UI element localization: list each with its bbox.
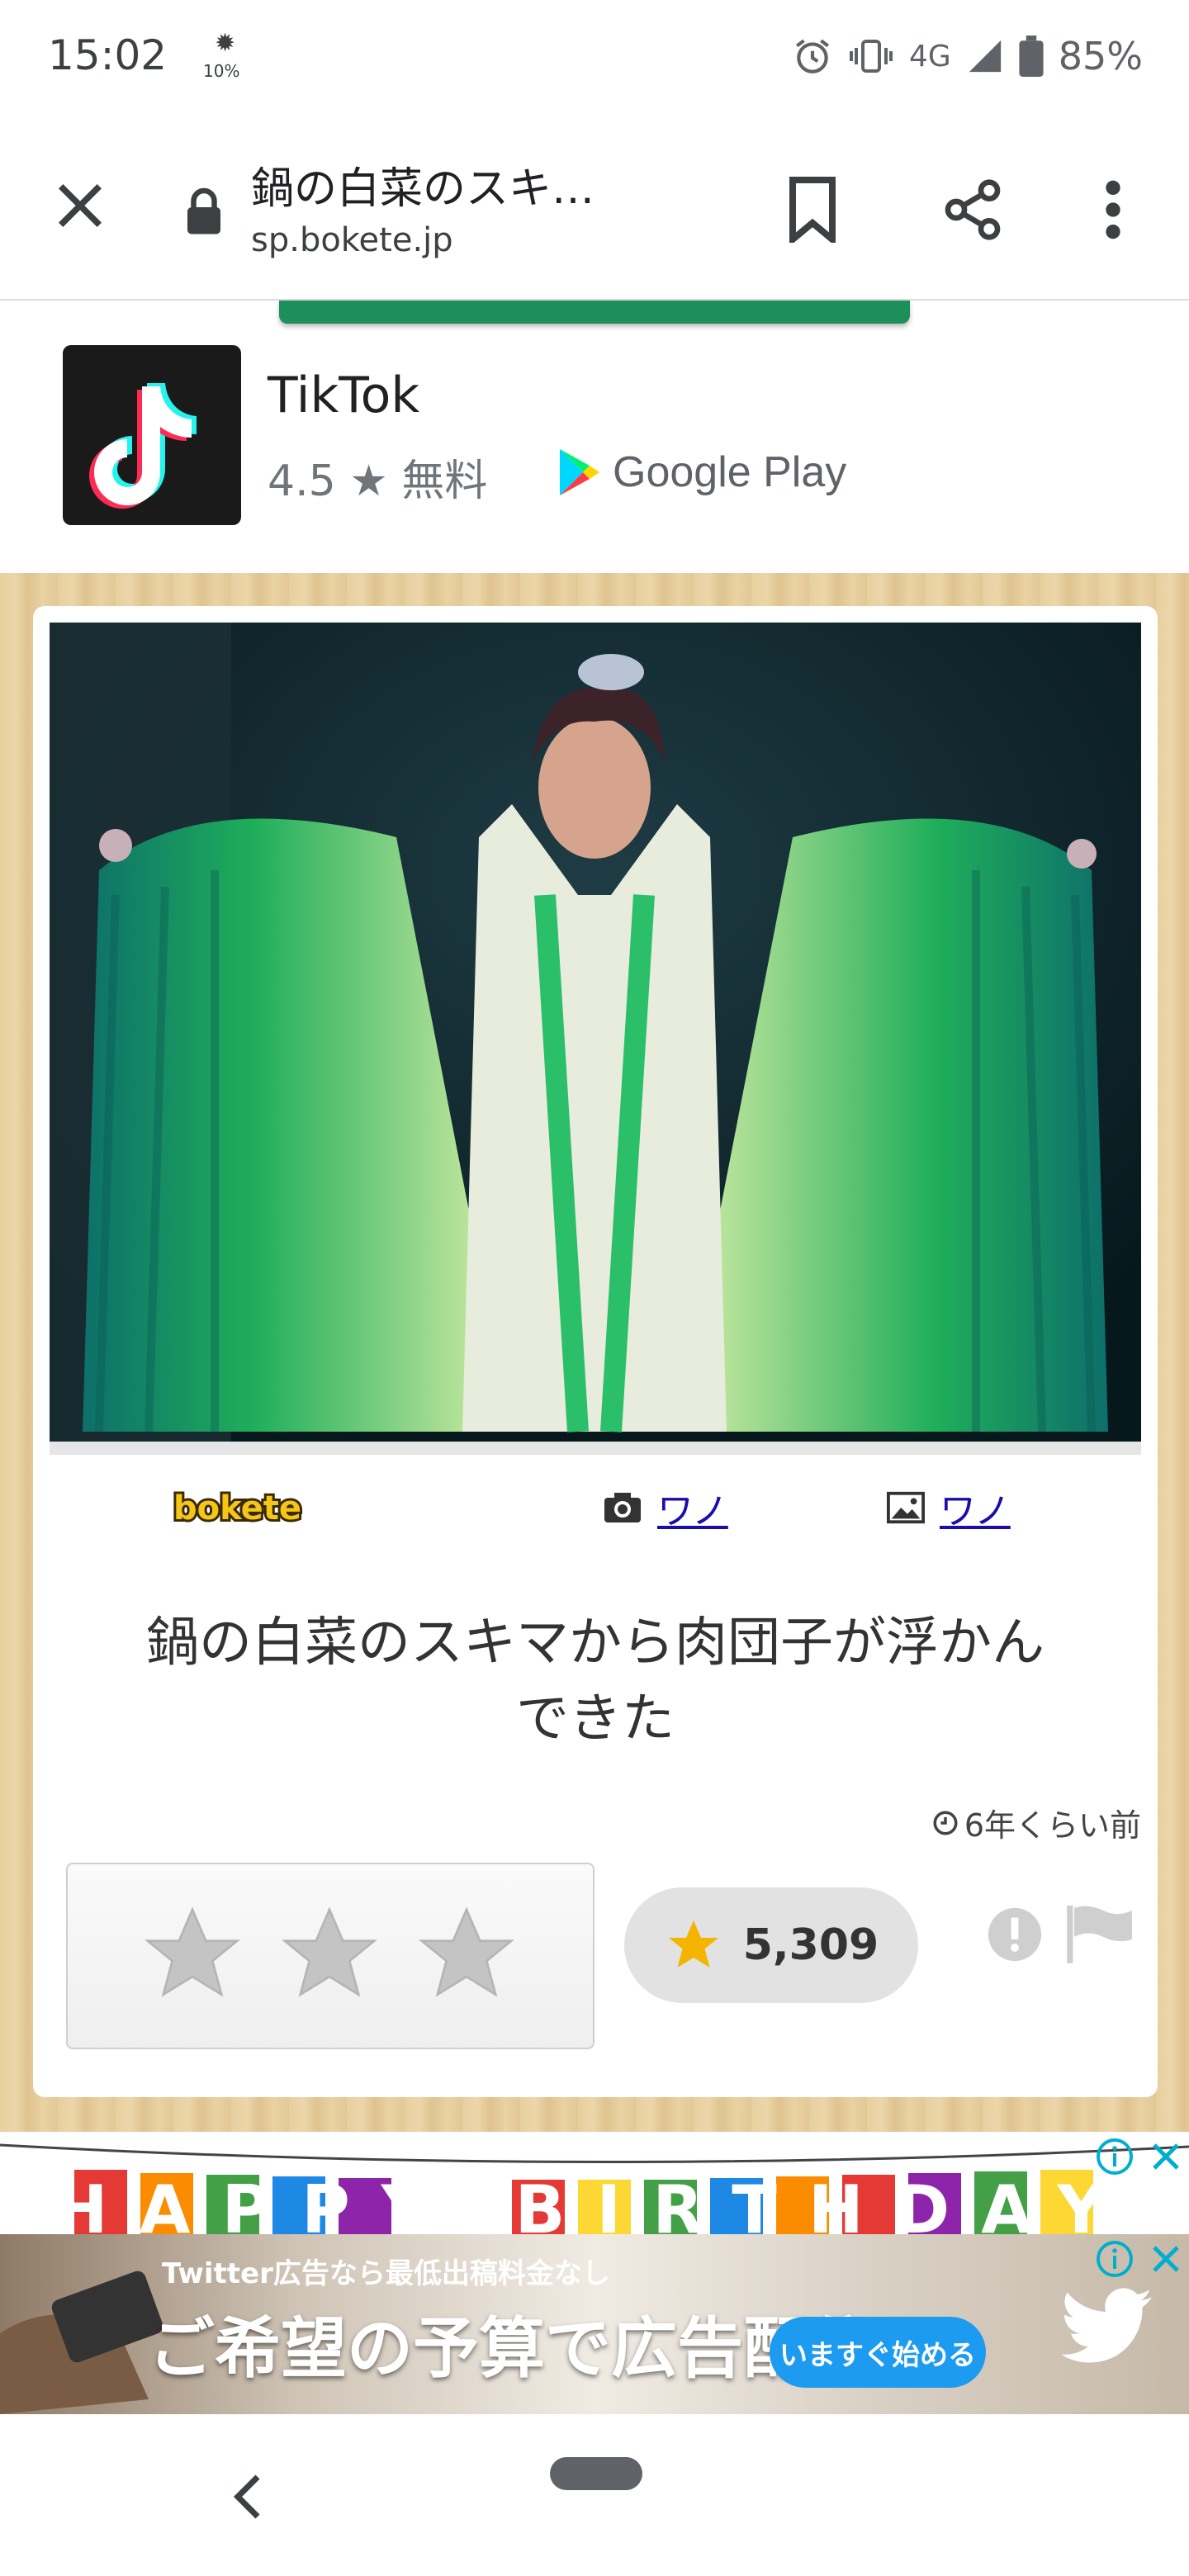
ad2-headline: ご希望の予算で広告配信 [149,2310,875,2387]
bookmark-icon[interactable] [786,177,839,243]
back-icon[interactable] [231,2472,264,2522]
rating-stars [66,1863,594,2049]
bokete-logo[interactable]: bokete [171,1487,320,1531]
page-url[interactable]: sp.bokete.jp [251,221,453,259]
uploader-link[interactable]: ワノ [940,1481,1011,1534]
photographer-link[interactable]: ワノ [657,1481,728,1534]
page-title[interactable]: 鍋の白菜のスキ… [251,154,594,215]
flag-icon[interactable] [1063,1906,1138,1963]
favorite-count-button[interactable]: 5,309 [624,1887,918,2003]
home-handle[interactable] [550,2457,642,2490]
post-photo[interactable] [50,623,1141,1442]
battery-icon [1019,36,1044,77]
app-meta: 4.5 ★ 無料 [268,446,487,508]
network-type: 4G [908,39,951,73]
more-options-icon[interactable] [1097,177,1130,243]
rate-star-2-icon[interactable] [276,1901,383,2008]
bokete-logo-text: bokete [173,1489,301,1527]
ad2-info-icon[interactable] [1095,2239,1135,2279]
twitter-bird-icon [1061,2288,1152,2363]
ad2-subtitle: Twitter広告なら最低出稿料金なし [162,2257,610,2290]
caption-line-1: 鍋の白菜のスキマから肉団子が浮かん [146,1612,1045,1674]
ad-info-icon[interactable] [1095,2137,1135,2176]
battery-percent: 85% [1058,34,1143,78]
app-name: TikTok [268,367,420,424]
google-play-icon [560,449,599,495]
clock-icon [933,1810,958,1835]
system-nav-bar [0,2414,1189,2576]
status-icons: 4G 85% [792,31,1143,81]
browser-toolbar: 鍋の白菜のスキ… sp.bokete.jp [0,119,1189,301]
boke-caption: 鍋の白菜のスキマから肉団子が浮かん できた [74,1605,1116,1757]
rating-star-icon: ★ [349,457,402,506]
caption-line-2: できた [516,1688,675,1750]
favorite-count: 5,309 [742,1920,879,1970]
ad-banner-twitter[interactable]: Twitter広告なら最低出稿料金なし ご希望の予算で広告配信 いますぐ始める [0,2234,1189,2414]
google-play-badge[interactable]: Google Play [558,446,846,499]
content-background: bokete ワノ ワノ 鍋の白菜のスキマから肉団子が浮かん できた 6年くらい… [0,573,1189,2132]
ad1-text: HAPPY BIRTHDAY [53,2171,1137,2234]
image-icon [887,1491,925,1524]
ad-close-icon[interactable] [1146,2137,1186,2176]
uploader-credit: ワノ [887,1481,1011,1534]
rate-star-3-icon[interactable] [413,1901,520,2008]
app-price: 無料 [401,457,488,506]
signal-icon [969,40,1001,73]
lock-icon [187,187,220,234]
vibrate-icon [849,40,893,73]
post-card: bokete ワノ ワノ 鍋の白菜のスキマから肉団子が浮かん できた 6年くらい… [33,606,1158,2097]
google-play-label: Google Play [613,448,847,496]
app-promo[interactable]: TikTok 4.5 ★ 無料 Google Play [0,301,1189,573]
ad-banner-birthday[interactable]: HAPPY BIRTHDAY [0,2132,1189,2234]
photo-divider [50,1442,1141,1455]
post-timestamp: 6年くらい前 [931,1800,1141,1845]
close-icon[interactable] [51,177,109,234]
report-icon[interactable] [986,1906,1044,1963]
ad2-cta-button[interactable]: いますぐ始める [770,2317,986,2388]
rate-star-1-icon[interactable] [139,1901,246,2008]
ad2-close-icon[interactable] [1146,2239,1186,2279]
brightness-indicator: ✹ 10% [203,31,244,89]
app-rating: 4.5 [268,457,336,506]
alarm-icon [795,39,829,73]
install-button-edge[interactable] [279,301,910,324]
brightness-icon: ✹ [215,29,236,58]
brightness-value: 10% [203,61,240,81]
camera-icon [604,1493,641,1522]
star-icon [668,1920,718,1968]
timestamp-text: 6年くらい前 [964,1807,1141,1844]
status-time: 15:02 [48,31,168,79]
share-icon[interactable] [940,177,1006,243]
tiktok-app-icon[interactable] [63,345,241,525]
photographer-credit: ワノ [603,1481,728,1534]
status-bar: 15:02 ✹ 10% 4G 85% [0,0,1189,119]
